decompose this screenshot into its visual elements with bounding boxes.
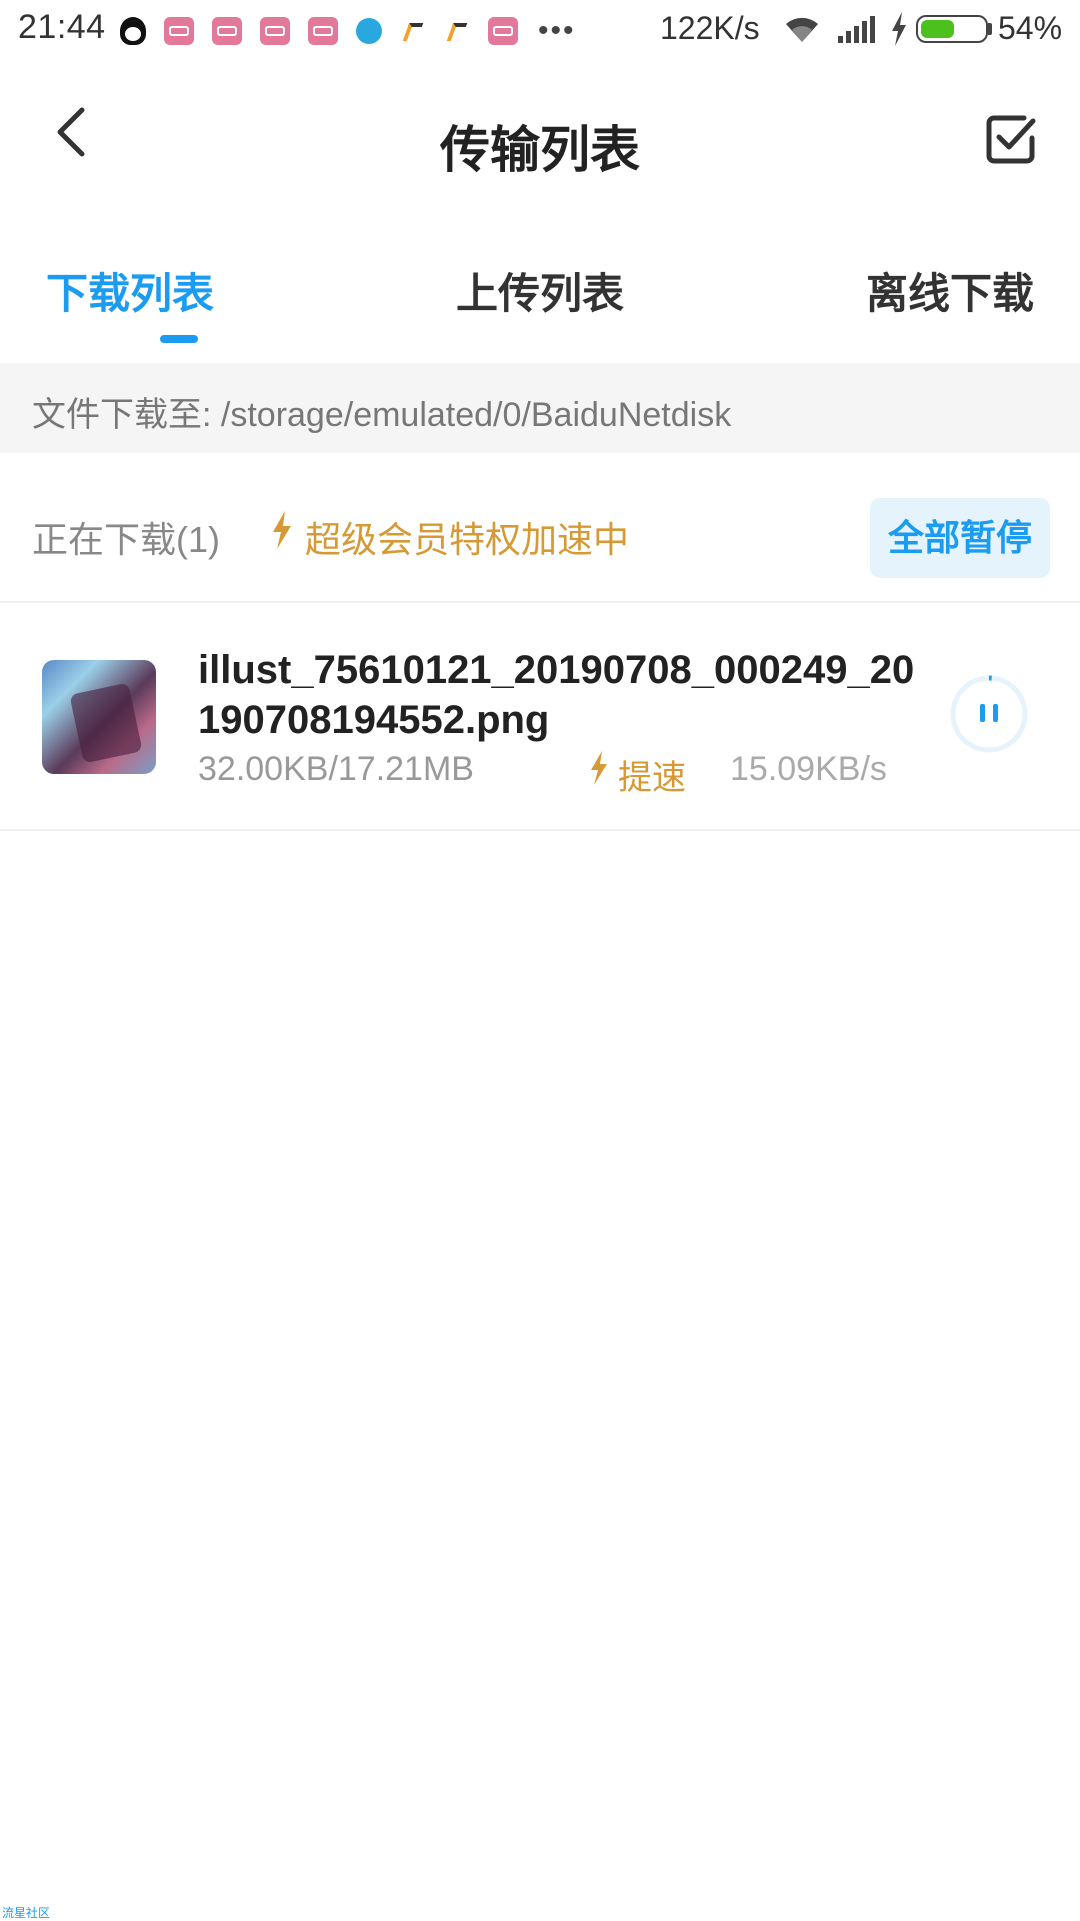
wifi-icon xyxy=(786,17,818,42)
status-bar: 21:44 ••• 122K/s 54% xyxy=(0,0,1080,62)
download-item[interactable]: illust_75610121_20190708_000249_20190708… xyxy=(0,603,1080,831)
notification-icons: ••• xyxy=(120,14,576,48)
battery-percent: 54% xyxy=(998,10,1063,46)
page-title: 传输列表 xyxy=(440,122,640,178)
file-thumbnail xyxy=(42,660,156,774)
pause-button[interactable] xyxy=(948,673,1030,755)
more-notifications-icon: ••• xyxy=(538,14,576,47)
network-speed: 122K/s xyxy=(660,10,760,46)
pause-all-button[interactable]: 全部暂停 xyxy=(870,498,1050,578)
qq-icon xyxy=(120,17,146,45)
watermark: 流星社区 xyxy=(2,1906,51,1920)
bilibili-icon xyxy=(212,17,242,45)
bilibili-icon xyxy=(488,17,518,45)
speedup-button[interactable]: 提速 xyxy=(618,750,686,799)
progress-ring-track xyxy=(950,675,1028,753)
downloading-count: 正在下载(1) xyxy=(32,519,220,560)
charging-icon xyxy=(892,12,906,46)
lightning-icon xyxy=(273,511,291,549)
vip-acceleration-label[interactable]: 超级会员特权加速中 xyxy=(305,511,629,563)
file-size-progress: 32.00KB/17.21MB xyxy=(198,750,474,788)
signal-icon xyxy=(838,16,875,43)
app-header: 传输列表 xyxy=(0,62,1080,222)
tab-label: 离线下载 xyxy=(865,270,1034,317)
thumbnail-detail xyxy=(69,682,143,764)
download-speed: 15.09KB/s xyxy=(730,750,887,788)
download-path-text: 文件下载至: /storage/emulated/0/BaiduNetdisk xyxy=(32,396,732,434)
tab-upload-list[interactable]: 上传列表 xyxy=(360,255,720,363)
tab-offline-download[interactable]: 离线下载 xyxy=(720,255,1080,363)
app-arrow-icon xyxy=(444,17,470,45)
download-path-bar[interactable]: 文件下载至: /storage/emulated/0/BaiduNetdisk xyxy=(0,363,1080,453)
file-name: illust_75610121_20190708_000249_20190708… xyxy=(198,648,915,742)
pause-icon xyxy=(993,704,998,722)
downloading-section-header: 正在下载(1) 超级会员特权加速中 全部暂停 xyxy=(0,453,1080,603)
app-arrow-icon xyxy=(400,17,426,45)
tab-label: 下载列表 xyxy=(45,270,214,317)
battery-icon xyxy=(916,15,988,43)
bilibili-icon xyxy=(260,17,290,45)
checkbox-icon[interactable] xyxy=(984,112,1038,166)
tab-label: 上传列表 xyxy=(455,270,624,317)
bilibili-icon xyxy=(164,17,194,45)
battery-level xyxy=(921,20,954,38)
lightning-icon xyxy=(591,751,607,785)
battery-tip xyxy=(988,23,992,35)
bilibili-icon xyxy=(308,17,338,45)
status-time: 21:44 xyxy=(18,8,106,46)
browser-icon xyxy=(356,18,382,44)
transfer-tabs: 下载列表 上传列表 离线下载 xyxy=(0,255,1080,363)
active-tab-indicator xyxy=(160,335,198,343)
tab-download-list[interactable]: 下载列表 xyxy=(0,255,360,363)
pause-icon xyxy=(980,704,985,722)
